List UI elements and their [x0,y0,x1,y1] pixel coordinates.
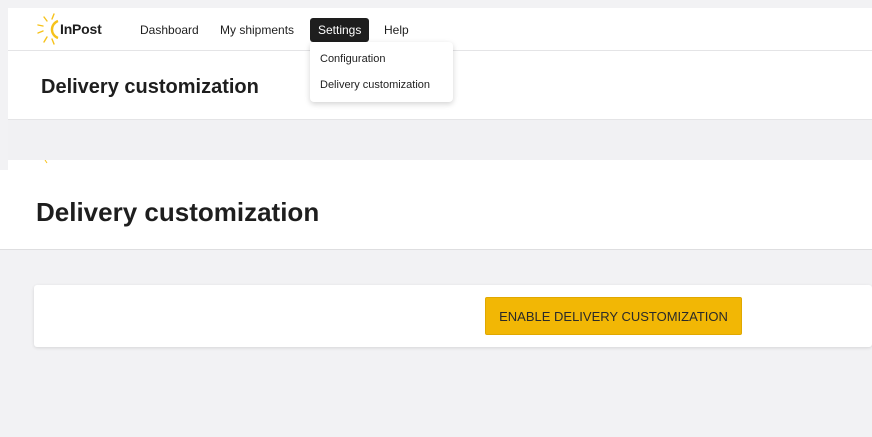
main-header: Delivery customization [0,170,872,250]
settings-dropdown-menu: Configuration Delivery customization [310,42,453,102]
nav-my-shipments[interactable]: My shipments [212,18,302,42]
sun-logo-icon [37,13,59,45]
partial-sun-icon [44,160,48,164]
page-title: Delivery customization [36,197,320,227]
logo-text: InPost [60,21,102,37]
nav-settings[interactable]: Settings [310,18,370,42]
page-header-title: Delivery customization [41,76,259,98]
separator-strip [8,120,872,160]
enable-delivery-customization-button[interactable]: ENABLE DELIVERY CUSTOMIZATION [485,297,742,335]
partial-header-strip [8,160,872,170]
dropdown-item-delivery-customization[interactable]: Delivery customization [320,79,430,91]
nav-dashboard[interactable]: Dashboard [132,18,207,42]
inpost-logo[interactable]: InPost [36,12,106,46]
dropdown-item-configuration[interactable]: Configuration [320,53,385,65]
nav-help[interactable]: Help [376,18,417,42]
delivery-customization-card: ENABLE DELIVERY CUSTOMIZATION [34,285,872,347]
